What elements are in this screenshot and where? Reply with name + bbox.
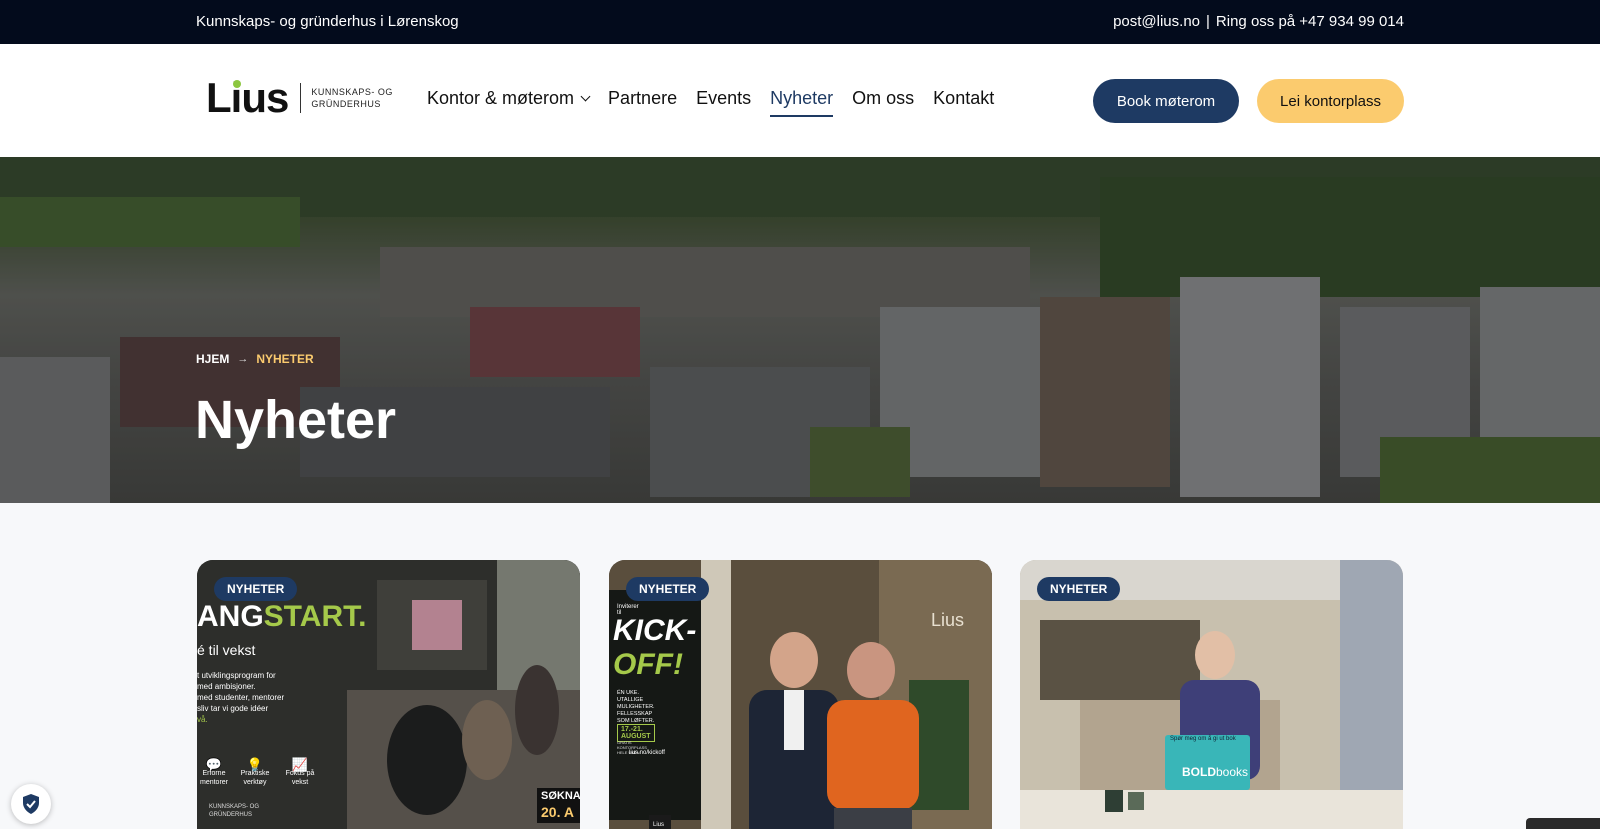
arrow-right-icon: →	[237, 353, 249, 365]
nav-item-om-oss[interactable]: Om oss	[852, 88, 914, 117]
logo-divider	[300, 83, 302, 113]
contact-info: post@lius.no | Ring oss på +47 934 99 01…	[1113, 13, 1404, 30]
breadcrumb: HJEM → NYHETER	[196, 352, 314, 366]
site-header: Lius KUNNSKAPS- OG GRÜNDERHUS Kontor & m…	[0, 44, 1600, 157]
corner-widget[interactable]	[1526, 818, 1600, 829]
hero-overlay	[0, 157, 1600, 503]
news-card-3[interactable]: Spør meg om å gi ut bok BOLDbooks NYHETE…	[1020, 560, 1403, 829]
main-nav: Kontor & møterom Partnere Events Nyheter…	[427, 88, 994, 117]
category-badge: NYHETER	[214, 577, 298, 601]
privacy-shield-icon[interactable]	[11, 784, 51, 824]
logo-wordmark: Lius	[206, 74, 289, 121]
news-card-2[interactable]: Inviterer til KICK- OFF! ÉN UKE. UTALLIGE…	[609, 560, 992, 829]
logo-dot	[233, 80, 241, 88]
speech-bubble-icon: 💬	[205, 757, 223, 772]
page-title: Nyheter	[195, 390, 397, 450]
contact-separator: |	[1206, 13, 1210, 30]
book-meeting-room-button[interactable]: Book møterom	[1093, 79, 1239, 123]
news-card-1[interactable]: ANGSTART. é til vekst t utviklingsprogra…	[197, 560, 580, 829]
nav-item-partnere[interactable]: Partnere	[608, 88, 677, 117]
phone-link[interactable]: Ring oss på +47 934 99 014	[1216, 13, 1404, 30]
hero-banner: HJEM → NYHETER Nyheter	[0, 157, 1600, 503]
breadcrumb-current: NYHETER	[256, 352, 314, 366]
growth-chart-icon: 📈	[291, 757, 309, 772]
chevron-down-icon	[580, 91, 591, 102]
nav-item-kontakt[interactable]: Kontakt	[933, 88, 994, 117]
breadcrumb-home[interactable]: HJEM	[196, 352, 229, 366]
nav-item-kontor[interactable]: Kontor & møterom	[427, 88, 591, 117]
top-bar: Kunnskaps- og gründerhus i Lørenskog pos…	[0, 0, 1600, 44]
tagline: Kunnskaps- og gründerhus i Lørenskog	[196, 13, 459, 30]
nav-item-nyheter[interactable]: Nyheter	[770, 88, 834, 117]
logo[interactable]: Lius KUNNSKAPS- OG GRÜNDERHUS	[206, 74, 393, 121]
logo-subtitle: KUNNSKAPS- OG GRÜNDERHUS	[311, 87, 393, 109]
nav-item-events[interactable]: Events	[696, 88, 751, 117]
rent-office-button[interactable]: Lei kontorplass	[1257, 79, 1404, 123]
email-link[interactable]: post@lius.no	[1113, 13, 1200, 30]
lightbulb-icon: 💡	[246, 757, 264, 772]
category-badge: NYHETER	[1037, 577, 1121, 601]
category-badge: NYHETER	[626, 577, 710, 601]
